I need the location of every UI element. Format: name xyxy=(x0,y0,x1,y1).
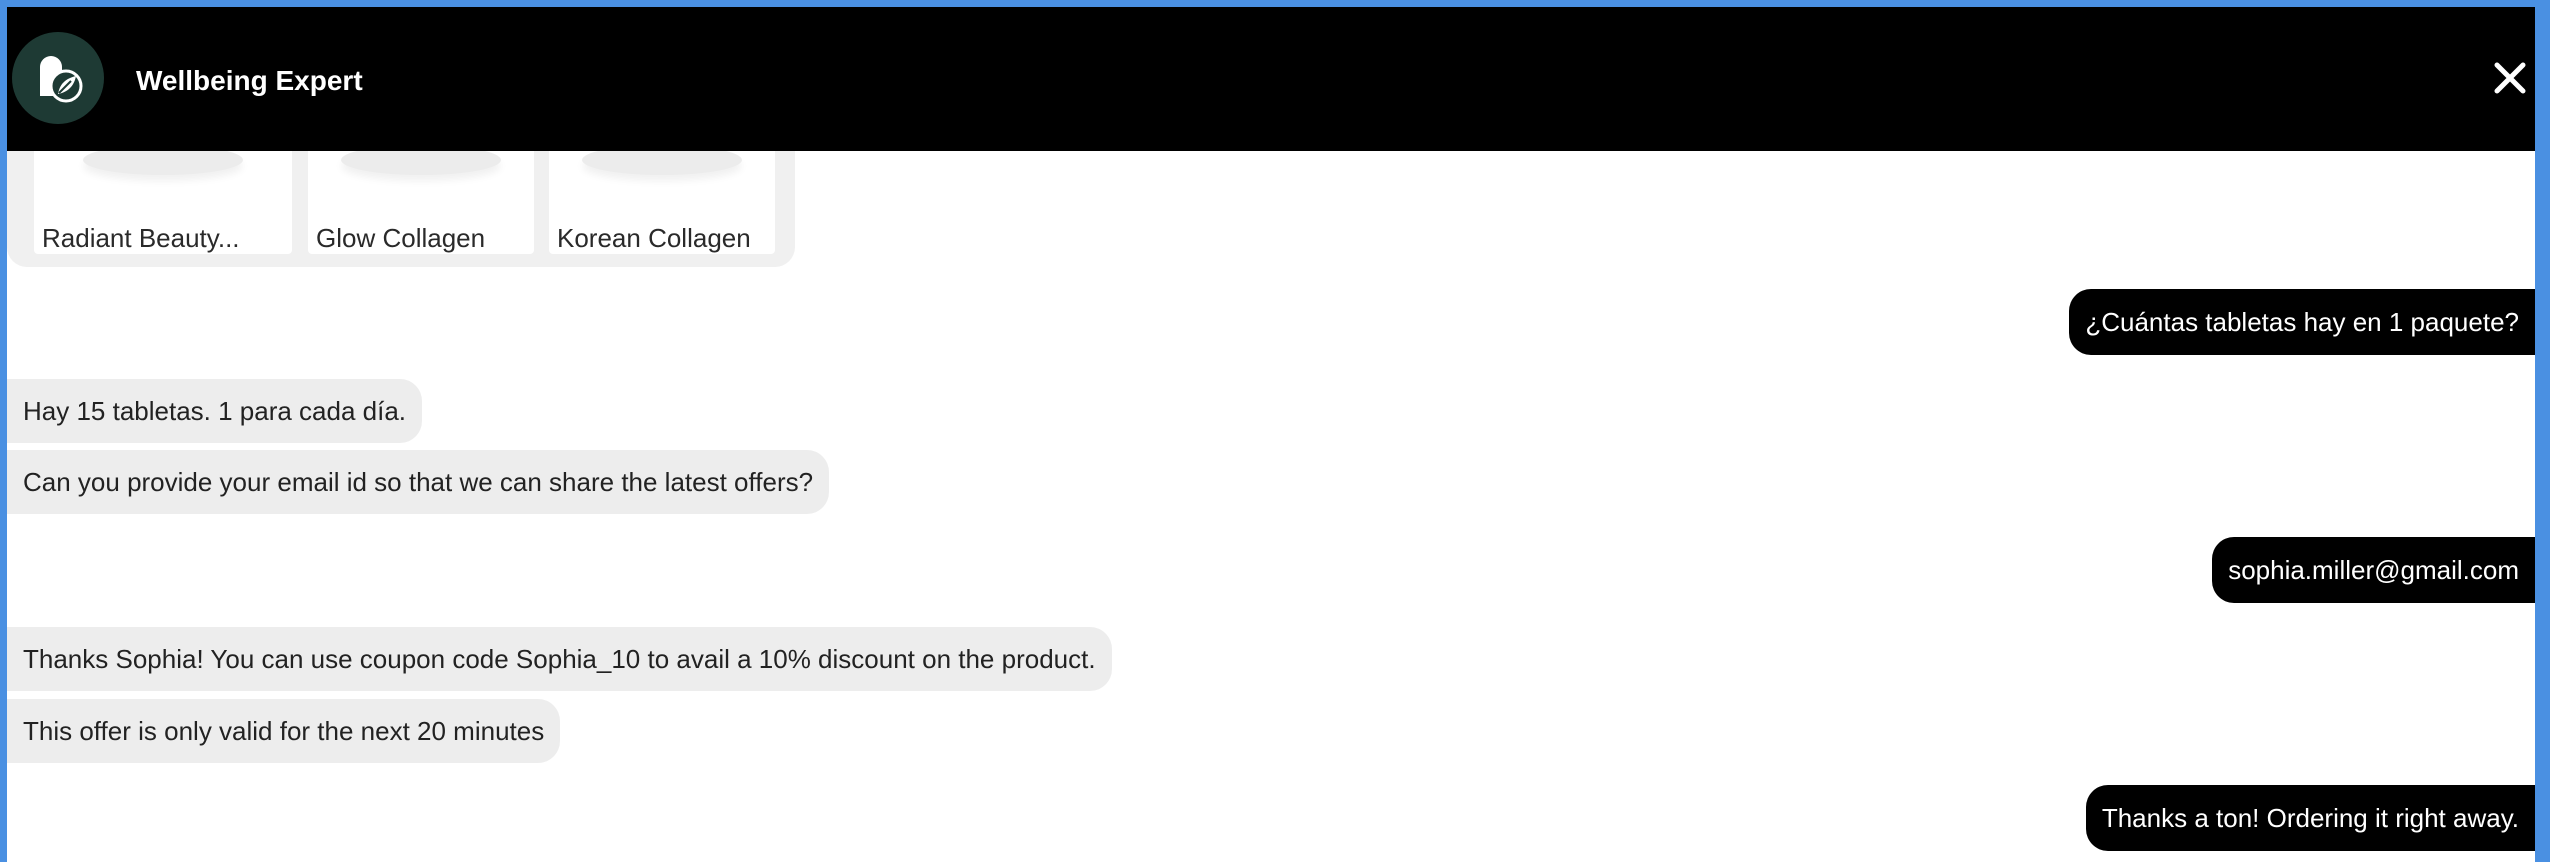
chat-header: Wellbeing Expert xyxy=(7,7,2535,151)
chat-window: Radiant Beauty... Glow Collagen Korean C… xyxy=(7,7,2535,862)
bot-message: Thanks Sophia! You can use coupon code S… xyxy=(7,627,1112,691)
product-label: Korean Collagen xyxy=(557,223,751,253)
bot-message: This offer is only valid for the next 20… xyxy=(7,699,561,763)
bot-message: Can you provide your email id so that we… xyxy=(7,450,830,514)
bot-message: Hay 15 tabletas. 1 para cada día. xyxy=(7,379,423,443)
header-title: Wellbeing Expert xyxy=(136,65,363,96)
user-message: sophia.miller@gmail.com xyxy=(2212,537,2535,603)
leaf-capsule-icon xyxy=(12,32,104,124)
product-label: Glow Collagen xyxy=(316,223,486,253)
user-message: ¿Cuántas tabletas hay en 1 paquete? xyxy=(2069,289,2535,355)
product-label: Radiant Beauty... xyxy=(42,223,240,253)
close-icon[interactable] xyxy=(2485,53,2535,103)
user-message: Thanks a ton! Ordering it right away. xyxy=(2085,785,2535,851)
